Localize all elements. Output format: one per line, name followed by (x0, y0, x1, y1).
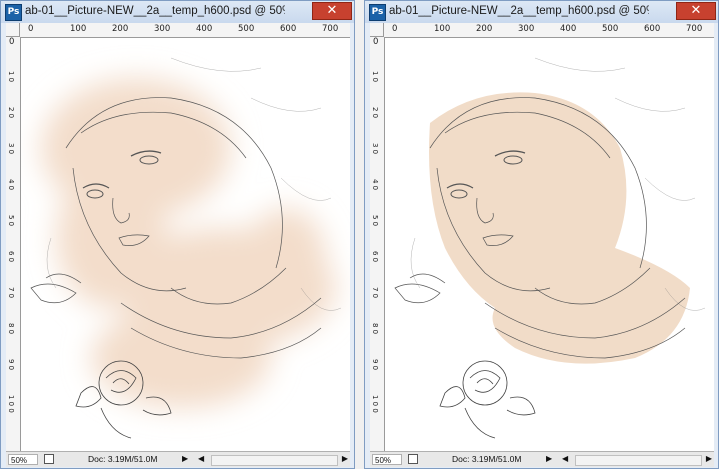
status-bar: 50% Doc: 3.19M/51.0M ▶ ◀ ▶ (370, 451, 714, 467)
ruler-label: 500 (238, 24, 255, 34)
close-icon[interactable]: ✕ (676, 2, 716, 20)
ruler-label: 300 (518, 24, 535, 34)
ruler-label: 300 (154, 24, 171, 34)
ruler-label: 7 0 (7, 287, 15, 299)
ruler-label: 100 (434, 24, 451, 34)
ruler-label: 600 (644, 24, 661, 34)
photoshop-icon: Ps (369, 4, 386, 21)
status-bar: 50% Doc: 3.19M/51.0M ▶ ◀ ▶ (6, 451, 350, 467)
ruler-label: 100 (70, 24, 87, 34)
ruler-label: 8 0 (7, 323, 15, 335)
ruler-label: 2 0 (7, 107, 15, 119)
page-icon[interactable] (44, 454, 54, 464)
ruler-label: 200 (112, 24, 129, 34)
ruler-origin[interactable] (6, 23, 20, 37)
ruler-label: 4 0 (371, 179, 379, 191)
ruler-label: 0 (392, 24, 398, 34)
title-bar[interactable]: Ps ab-01__Picture-NEW__2a__temp_h600.psd… (1, 1, 354, 23)
ruler-label: 400 (196, 24, 213, 34)
scroll-right-arrow-icon[interactable]: ▶ (706, 454, 712, 463)
ruler-origin[interactable] (370, 23, 384, 37)
sketch-artwork (30, 57, 342, 439)
ruler-label: 9 0 (7, 359, 15, 371)
ruler-label: 9 0 (371, 359, 379, 371)
scroll-left-arrow-icon[interactable]: ◀ (198, 454, 204, 463)
horizontal-ruler[interactable]: 0 100 200 300 400 500 600 700 (6, 23, 350, 38)
ruler-label: 0 (373, 37, 379, 47)
ruler-label: 0 (9, 37, 15, 47)
ruler-label: 2 0 (371, 107, 379, 119)
sketch-artwork (394, 57, 706, 439)
ruler-label: 1 0 (371, 71, 379, 83)
scroll-right-arrow-icon[interactable]: ▶ (342, 454, 348, 463)
ruler-label: 3 0 (7, 143, 15, 155)
image-canvas[interactable] (21, 38, 350, 451)
ruler-label: 6 0 (7, 251, 15, 263)
vertical-ruler[interactable]: 0 1 0 2 0 3 0 4 0 5 0 6 0 7 0 8 0 9 0 1 … (6, 37, 21, 451)
ruler-label: 700 (686, 24, 703, 34)
ruler-label: 700 (322, 24, 339, 34)
zoom-field[interactable]: 50% (372, 454, 402, 465)
status-menu-arrow-icon[interactable]: ▶ (182, 454, 188, 463)
zoom-field[interactable]: 50% (8, 454, 38, 465)
vertical-ruler[interactable]: 0 1 0 2 0 3 0 4 0 5 0 6 0 7 0 8 0 9 0 1 … (370, 37, 385, 451)
ruler-label: 0 (28, 24, 34, 34)
photoshop-icon: Ps (5, 4, 22, 21)
ruler-label: 7 0 (371, 287, 379, 299)
ruler-label: 5 0 (7, 215, 15, 227)
window-title: ab-01__Picture-NEW__2a__temp_h600.psd @ … (389, 5, 649, 17)
scroll-left-arrow-icon[interactable]: ◀ (562, 454, 568, 463)
ruler-label: 5 0 (371, 215, 379, 227)
close-icon[interactable]: ✕ (312, 2, 352, 20)
status-menu-arrow-icon[interactable]: ▶ (546, 454, 552, 463)
doc-size[interactable]: Doc: 3.19M/51.0M (88, 454, 157, 464)
window-title: ab-01__Picture-NEW__2a__temp_h600.psd @ … (25, 5, 285, 17)
title-bar[interactable]: Ps ab-01__Picture-NEW__2a__temp_h600.psd… (365, 1, 718, 23)
ruler-label: 1 0 0 (7, 395, 15, 413)
ruler-label: 4 0 (7, 179, 15, 191)
ruler-label: 200 (476, 24, 493, 34)
doc-size[interactable]: Doc: 3.19M/51.0M (452, 454, 521, 464)
ruler-label: 500 (602, 24, 619, 34)
window-gap (355, 0, 364, 469)
document-window-right[interactable]: Ps ab-01__Picture-NEW__2a__temp_h600.psd… (364, 0, 719, 469)
horizontal-ruler[interactable]: 0 100 200 300 400 500 600 700 (370, 23, 714, 38)
ruler-label: 600 (280, 24, 297, 34)
ruler-label: 8 0 (371, 323, 379, 335)
horizontal-scrollbar[interactable] (211, 455, 338, 466)
ruler-label: 1 0 0 (371, 395, 379, 413)
ruler-label: 400 (560, 24, 577, 34)
image-canvas[interactable] (385, 38, 714, 451)
page-icon[interactable] (408, 454, 418, 464)
document-window-left[interactable]: Ps ab-01__Picture-NEW__2a__temp_h600.psd… (0, 0, 355, 469)
ruler-label: 3 0 (371, 143, 379, 155)
ruler-label: 6 0 (371, 251, 379, 263)
ruler-label: 1 0 (7, 71, 15, 83)
horizontal-scrollbar[interactable] (575, 455, 702, 466)
